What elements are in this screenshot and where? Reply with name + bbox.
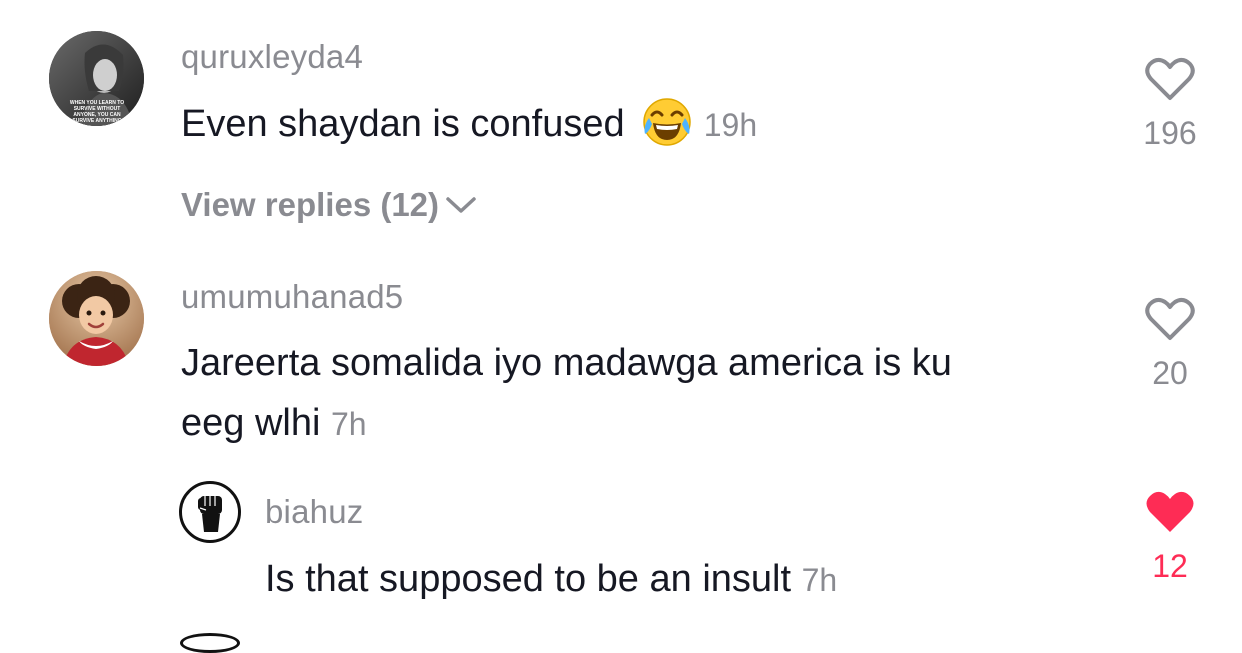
face-with-tears-of-joy-icon <box>641 96 693 148</box>
reply-text: Is that supposed to be an insult 7h <box>265 549 837 610</box>
heart-outline-icon <box>1145 57 1195 100</box>
comment-text: Jareerta somalida iyo madawga america is… <box>181 333 952 454</box>
comment-text-content: eeg wlhi <box>181 402 321 444</box>
reply-text-content: Is that supposed to be an insult <box>265 558 792 600</box>
view-replies-button[interactable]: View replies (12) <box>181 186 477 224</box>
chevron-down-icon <box>446 197 476 213</box>
comment-username[interactable]: umumuhanad5 <box>181 278 403 316</box>
heart-outline-icon <box>1145 297 1195 340</box>
view-replies-label: View replies (12) <box>181 186 440 223</box>
comment-text-line: eeg wlhi 7h <box>181 393 952 454</box>
comment-text-line: Jareerta somalida iyo madawga america is… <box>181 342 952 384</box>
like-button[interactable] <box>1145 489 1195 535</box>
comment-text: Even shaydan is confused 19h <box>181 94 757 155</box>
raised-fist-icon <box>198 496 222 532</box>
comment-text-content: Even shaydan is confused <box>181 103 625 145</box>
comment-time: 7h <box>330 406 367 442</box>
reply-time: 7h <box>801 562 838 598</box>
comment-time: 19h <box>703 107 758 143</box>
like-button[interactable] <box>1145 56 1195 102</box>
comment-username[interactable]: quruxleyda4 <box>181 38 363 76</box>
avatar[interactable] <box>49 271 144 366</box>
like-count: 196 <box>1143 115 1197 151</box>
like-button[interactable] <box>1145 296 1195 342</box>
heart-filled-icon <box>1146 491 1194 532</box>
avatar-caption: WHEN YOU LEARN TO SURVIVE WITHOUT ANYONE… <box>69 100 125 124</box>
avatar[interactable]: WHEN YOU LEARN TO SURVIVE WITHOUT ANYONE… <box>49 31 144 126</box>
like-count: 20 <box>1152 355 1188 391</box>
avatar-photo <box>49 271 144 366</box>
reply-username[interactable]: biahuz <box>265 493 363 531</box>
avatar[interactable] <box>179 481 241 543</box>
next-avatar-edge <box>180 633 240 653</box>
like-count: 12 <box>1152 548 1188 584</box>
